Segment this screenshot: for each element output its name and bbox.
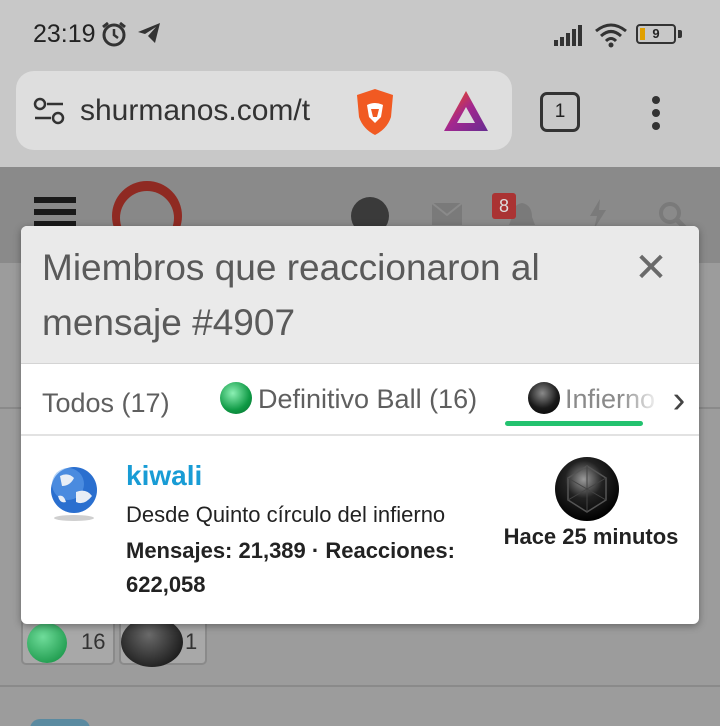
reaction-time: Hace 25 minutos xyxy=(503,524,679,549)
signal-icon xyxy=(554,24,588,51)
brave-shields-icon[interactable] xyxy=(353,87,397,142)
reaction-summary-black[interactable]: 1 xyxy=(119,617,207,667)
member-username[interactable]: kiwali xyxy=(126,460,202,492)
wifi-icon xyxy=(594,22,628,53)
active-tab-indicator xyxy=(505,421,643,426)
reaction-count: 1 xyxy=(185,629,198,654)
member-row: kiwali Desde Quinto círculo del infierno… xyxy=(21,438,699,624)
status-bar: 23:19 9 xyxy=(0,0,720,68)
alarm-icon xyxy=(100,20,128,53)
close-button[interactable]: ✕ xyxy=(629,246,673,290)
modal-header: Miembros que reaccionaron al mensaje #49… xyxy=(21,226,699,364)
battery-icon: 9 xyxy=(636,24,676,44)
black-ball-icon xyxy=(554,456,620,522)
modal-title: Miembros que reaccionaron al mensaje #49… xyxy=(42,247,540,343)
reactions-modal: Miembros que reaccionaron al mensaje #49… xyxy=(21,226,699,624)
next-post-avatar xyxy=(30,719,90,726)
reaction-count: 16 xyxy=(81,629,106,654)
site-settings-icon[interactable] xyxy=(33,97,65,130)
address-bar[interactable]: shurmanos.com/t xyxy=(16,71,512,150)
chevron-right-icon[interactable]: › xyxy=(661,378,697,422)
member-stats: Mensajes: 21,389 · Reacciones: 622,058 xyxy=(126,538,455,597)
member-user-title: Desde Quinto círculo del infierno xyxy=(126,502,446,527)
browser-toolbar: shurmanos.com/t 1 xyxy=(0,68,720,167)
black-ball-icon xyxy=(528,382,560,414)
notification-badge: 8 xyxy=(492,193,516,219)
battery-level: 9 xyxy=(652,26,660,41)
brave-rewards-icon[interactable] xyxy=(442,89,490,138)
tab-label: Definitivo Ball (16) xyxy=(258,384,478,414)
reaction-summary-green[interactable]: 16 xyxy=(21,617,115,665)
globe-avatar[interactable] xyxy=(48,464,100,522)
status-time: 23:19 xyxy=(33,20,96,48)
tab-label: Todos (17) xyxy=(42,388,170,418)
tab-switcher-button[interactable]: 1 xyxy=(540,92,580,132)
overflow-menu-icon[interactable] xyxy=(650,95,662,136)
url-text: shurmanos.com/t xyxy=(80,94,311,127)
telegram-icon xyxy=(136,20,162,51)
green-ball-icon xyxy=(220,382,252,414)
